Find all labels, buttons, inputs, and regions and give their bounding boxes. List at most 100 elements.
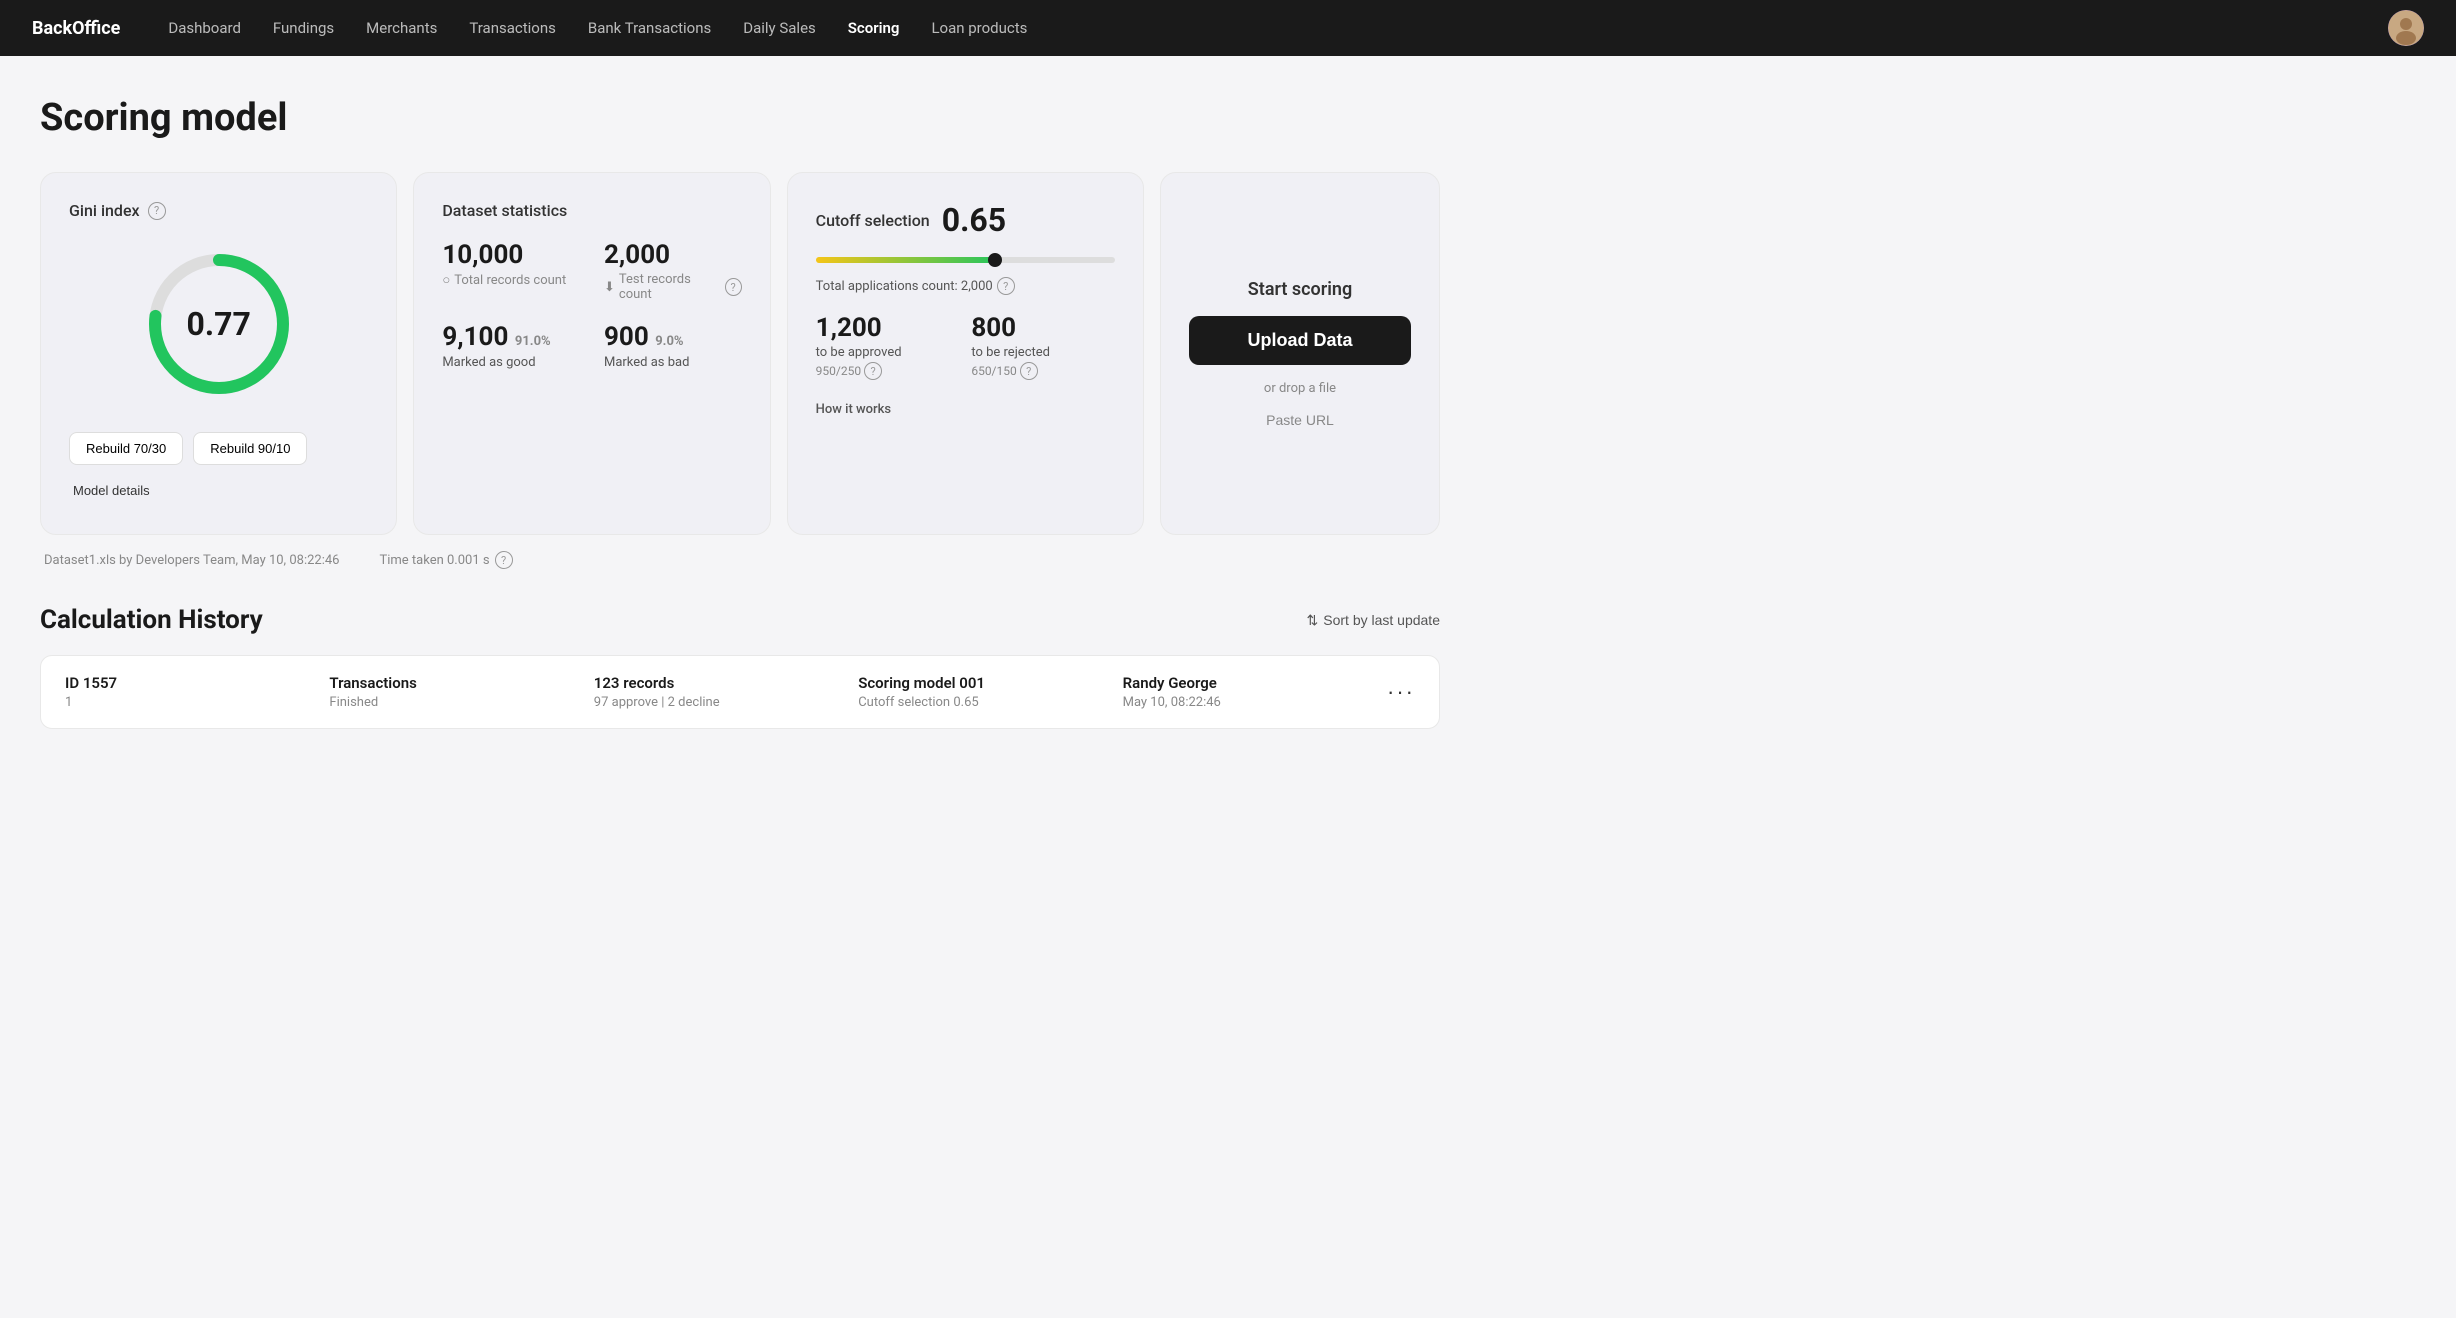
cutoff-card: Cutoff selection 0.65 Total applications… <box>787 172 1144 535</box>
dataset-info: Dataset1.xls by Developers Team, May 10,… <box>44 551 339 569</box>
cards-row: Gini index ? 0.77 Rebuild 70/30 Rebuild … <box>40 172 1440 535</box>
nav-link-fundings[interactable]: Fundings <box>273 19 334 37</box>
nav-link-daily-sales[interactable]: Daily Sales <box>743 19 816 37</box>
history-type-main: Transactions <box>329 674 577 692</box>
start-scoring-card: Start scoring Upload Data or drop a file… <box>1160 172 1440 535</box>
circle-icon: ○ <box>442 272 450 288</box>
approve-label: to be approved <box>816 345 960 360</box>
gini-card: Gini index ? 0.77 Rebuild 70/30 Rebuild … <box>40 172 397 535</box>
reject-block: 800 to be rejected 650/150 ? <box>971 313 1115 380</box>
history-type-sub: Finished <box>329 695 577 710</box>
meta-row: Dataset1.xls by Developers Team, May 10,… <box>40 551 1440 569</box>
history-user-sub: May 10, 08:22:46 <box>1123 695 1371 710</box>
gini-chart-area: 0.77 <box>69 236 368 424</box>
cutoff-stats: 1,200 to be approved 950/250 ? 800 to be… <box>816 313 1115 380</box>
cutoff-header: Cutoff selection 0.65 <box>816 201 1115 239</box>
gini-header: Gini index ? <box>69 201 368 220</box>
history-model-cell: Scoring model 001 Cutoff selection 0.65 <box>858 674 1106 710</box>
or-drop-text: or drop a file <box>1264 381 1336 396</box>
sort-button[interactable]: ⇅ Sort by last update <box>1307 612 1440 629</box>
avatar[interactable] <box>2388 10 2424 46</box>
gini-help-icon[interactable]: ? <box>148 202 166 220</box>
test-records-value: 2,000 <box>604 240 742 270</box>
sort-label: Sort by last update <box>1323 612 1440 628</box>
total-records-sub: ○ Total records count <box>442 272 580 288</box>
slider-thumb <box>988 253 1002 267</box>
approve-count: 1,200 <box>816 313 960 343</box>
history-type-cell: Transactions Finished <box>329 674 577 710</box>
gini-value: 0.77 <box>186 305 250 343</box>
cutoff-slider[interactable] <box>816 257 1115 263</box>
rebuild-90-10-button[interactable]: Rebuild 90/10 <box>193 432 307 465</box>
marked-good-pct: 91.0% <box>515 334 551 349</box>
dataset-grid: 10,000 ○ Total records count 2,000 ⬇ Tes… <box>442 240 741 370</box>
how-it-works-link[interactable]: How it works <box>816 402 891 417</box>
nav-links: Dashboard Fundings Merchants Transactions Ba… <box>168 19 2388 37</box>
rebuild-70-30-button[interactable]: Rebuild 70/30 <box>69 432 183 465</box>
total-records-block: 10,000 ○ Total records count <box>442 240 580 302</box>
more-options-button[interactable]: ··· <box>1387 679 1415 705</box>
logo: BackOffice <box>32 18 120 39</box>
time-taken: Time taken 0.001 s ? <box>379 551 512 569</box>
start-scoring-title: Start scoring <box>1248 279 1352 300</box>
nav-link-transactions[interactable]: Transactions <box>469 19 556 37</box>
approve-sub: 950/250 ? <box>816 362 960 380</box>
cutoff-value: 0.65 <box>942 201 1006 239</box>
history-model-sub: Cutoff selection 0.65 <box>858 695 1106 710</box>
marked-bad-label: Marked as bad <box>604 355 742 370</box>
history-row: ID 1557 1 Transactions Finished 123 reco… <box>40 655 1440 729</box>
marked-good-label: Marked as good <box>442 355 580 370</box>
nav-link-scoring[interactable]: Scoring <box>848 19 900 37</box>
nav-link-merchants[interactable]: Merchants <box>366 19 437 37</box>
total-applications: Total applications count: 2,000 ? <box>816 277 1115 295</box>
history-model-main: Scoring model 001 <box>858 674 1106 692</box>
marked-bad-block: 900 9.0% Marked as bad <box>604 322 742 370</box>
history-id-cell: ID 1557 1 <box>65 674 313 710</box>
total-apps-help-icon[interactable]: ? <box>997 277 1015 295</box>
download-icon: ⬇ <box>604 280 615 295</box>
marked-good-block: 9,100 91.0% Marked as good <box>442 322 580 370</box>
upload-data-button[interactable]: Upload Data <box>1189 316 1411 365</box>
history-records-cell: 123 records 97 approve | 2 decline <box>594 674 842 710</box>
dataset-title: Dataset statistics <box>442 201 741 220</box>
history-title: Calculation History <box>40 605 263 635</box>
total-records-label: Total records count <box>454 273 566 288</box>
test-help-icon[interactable]: ? <box>725 278 742 296</box>
history-user-main: Randy George <box>1123 674 1371 692</box>
approve-help-icon[interactable]: ? <box>864 362 882 380</box>
marked-bad-value: 900 9.0% <box>604 322 742 352</box>
reject-sub: 650/150 ? <box>971 362 1115 380</box>
gini-buttons: Rebuild 70/30 Rebuild 90/10 Model detail… <box>69 432 368 506</box>
model-details-button[interactable]: Model details <box>69 475 154 506</box>
marked-bad-pct: 9.0% <box>655 334 683 349</box>
test-records-block: 2,000 ⬇ Test records count ? <box>604 240 742 302</box>
history-id-sub: 1 <box>65 695 313 710</box>
slider-fill <box>816 257 1002 263</box>
test-records-label: Test records count <box>619 272 721 302</box>
gini-title: Gini index <box>69 201 140 220</box>
gini-donut: 0.77 <box>139 244 299 404</box>
paste-url-button[interactable]: Paste URL <box>1189 412 1411 428</box>
time-help-icon[interactable]: ? <box>495 551 513 569</box>
reject-help-icon[interactable]: ? <box>1020 362 1038 380</box>
history-header: Calculation History ⇅ Sort by last updat… <box>40 605 1440 635</box>
nav-link-dashboard[interactable]: Dashboard <box>168 19 241 37</box>
history-records-main: 123 records <box>594 674 842 692</box>
reject-count: 800 <box>971 313 1115 343</box>
nav-link-loan-products[interactable]: Loan products <box>931 19 1027 37</box>
nav-link-bank-transactions[interactable]: Bank Transactions <box>588 19 711 37</box>
marked-good-value: 9,100 91.0% <box>442 322 580 352</box>
sort-icon: ⇅ <box>1307 612 1319 629</box>
test-records-sub: ⬇ Test records count ? <box>604 272 742 302</box>
history-id-main: ID 1557 <box>65 674 313 692</box>
history-records-sub: 97 approve | 2 decline <box>594 695 842 710</box>
page-title: Scoring model <box>40 96 1440 140</box>
dataset-card: Dataset statistics 10,000 ○ Total record… <box>413 172 770 535</box>
total-records-value: 10,000 <box>442 240 580 270</box>
history-user-cell: Randy George May 10, 08:22:46 <box>1123 674 1371 710</box>
cutoff-title: Cutoff selection <box>816 211 930 230</box>
navbar: BackOffice Dashboard Fundings Merchants Tra… <box>0 0 2456 56</box>
main-content: Scoring model Gini index ? 0.77 <box>0 56 1480 789</box>
reject-label: to be rejected <box>971 345 1115 360</box>
approve-block: 1,200 to be approved 950/250 ? <box>816 313 960 380</box>
